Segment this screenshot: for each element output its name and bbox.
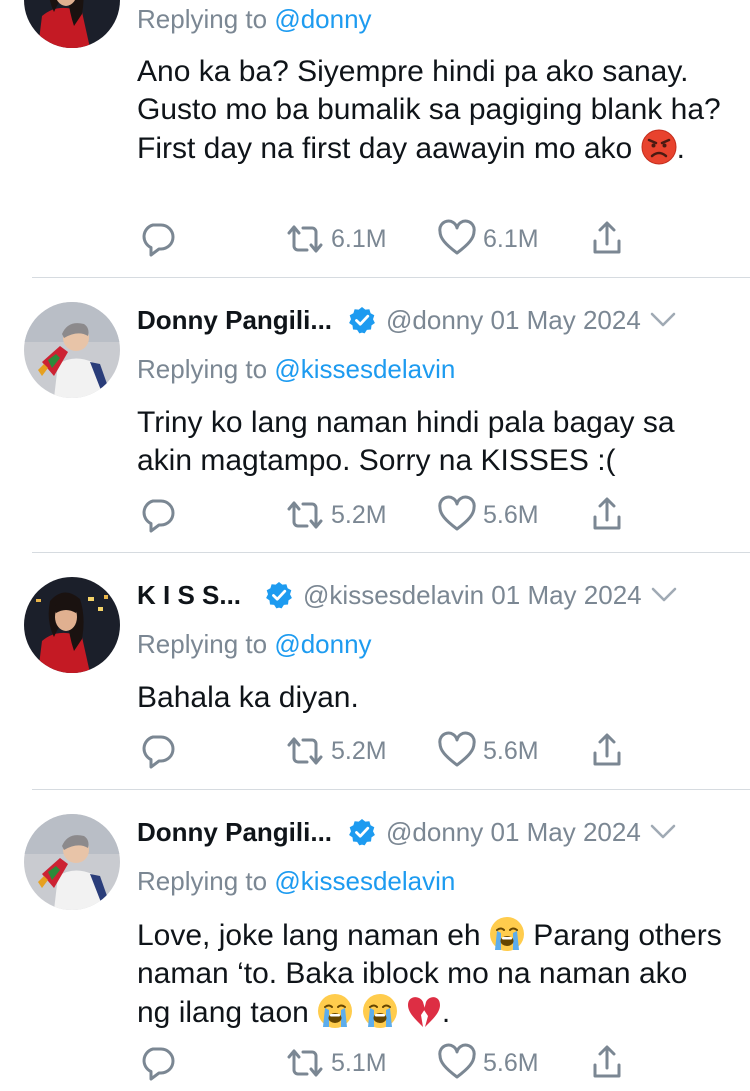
mention-link[interactable]: @kissesdelavin bbox=[274, 866, 455, 896]
tweet-header: Donny Pangili... @donny 01 May 2024 bbox=[137, 303, 677, 337]
reply-button[interactable] bbox=[137, 495, 177, 535]
replying-prefix: Replying to bbox=[137, 866, 268, 896]
chevron-down-icon[interactable] bbox=[649, 311, 677, 329]
tweet[interactable]: K I S S... @kissesdelavin 01 May 2024 Re… bbox=[0, 553, 750, 790]
date: 01 May 2024 bbox=[490, 304, 641, 335]
like-button[interactable]: 5.6M bbox=[437, 731, 539, 771]
date: 01 May 2024 bbox=[491, 579, 642, 610]
retweet-count: 6.1M bbox=[331, 224, 387, 253]
retweet-count: 5.2M bbox=[331, 500, 387, 529]
like-button[interactable]: 5.6M bbox=[437, 1043, 539, 1083]
tweet[interactable]: Donny Pangili... @donny 01 May 2024 Repl… bbox=[0, 790, 750, 1091]
like-icon bbox=[437, 731, 477, 771]
tweet-text-part: Love, joke lang naman eh bbox=[137, 919, 481, 952]
retweet-button[interactable]: 5.1M bbox=[285, 1043, 387, 1083]
replying-prefix: Replying to bbox=[137, 4, 268, 34]
loudly-crying-face-emoji bbox=[362, 993, 398, 1029]
chevron-down-icon[interactable] bbox=[650, 586, 678, 604]
display-name[interactable]: K I S S... bbox=[137, 580, 241, 611]
verified-icon bbox=[265, 581, 293, 609]
share-icon bbox=[587, 495, 627, 535]
date: 01 May 2024 bbox=[490, 816, 641, 847]
like-icon bbox=[437, 219, 477, 259]
loudly-crying-face-emoji bbox=[317, 993, 353, 1029]
share-button[interactable] bbox=[587, 219, 627, 259]
reply-icon bbox=[137, 1043, 177, 1083]
like-button[interactable]: 5.6M bbox=[437, 495, 539, 535]
tweet-header: Donny Pangili... @donny 01 May 2024 bbox=[137, 815, 677, 849]
handle[interactable]: @donny bbox=[386, 817, 483, 848]
mention-link[interactable]: @donny bbox=[274, 4, 371, 34]
tweet-text: Ano ka ba? Siyempre hindi pa ako sanay. … bbox=[137, 53, 727, 168]
share-button[interactable] bbox=[587, 731, 627, 771]
retweet-count: 5.1M bbox=[331, 1048, 387, 1077]
avatar[interactable] bbox=[24, 0, 120, 48]
replying-prefix: Replying to bbox=[137, 629, 268, 659]
retweet-icon bbox=[285, 219, 325, 259]
tweet-text: Bahala ka diyan. bbox=[137, 681, 359, 714]
like-icon bbox=[437, 1043, 477, 1083]
reply-icon bbox=[137, 731, 177, 771]
replying-prefix: Replying to bbox=[137, 354, 268, 384]
share-icon bbox=[587, 731, 627, 771]
replying-to: Replying to @donny bbox=[137, 629, 372, 660]
share-button[interactable] bbox=[587, 1043, 627, 1083]
tweet-actions: 5.1M 5.6M bbox=[137, 1043, 637, 1083]
tweet-text: Love, joke lang naman eh Parang others n… bbox=[137, 916, 727, 1032]
share-icon bbox=[587, 1043, 627, 1083]
like-button[interactable]: 6.1M bbox=[437, 219, 539, 259]
replying-to: Replying to @kissesdelavin bbox=[137, 866, 455, 897]
handle[interactable]: @donny bbox=[386, 305, 483, 336]
retweet-button[interactable]: 5.2M bbox=[285, 495, 387, 535]
tweet-actions: 6.1M 6.1M bbox=[137, 219, 637, 259]
broken-heart-emoji bbox=[406, 993, 442, 1029]
verified-icon bbox=[348, 306, 376, 334]
like-count: 5.6M bbox=[483, 500, 539, 529]
handle[interactable]: @kissesdelavin bbox=[303, 580, 484, 611]
reply-icon bbox=[137, 495, 177, 535]
tweet[interactable]: Donny Pangili... @donny 01 May 2024 Repl… bbox=[0, 278, 750, 553]
retweet-button[interactable]: 5.2M bbox=[285, 731, 387, 771]
like-count: 5.6M bbox=[483, 1048, 539, 1077]
reply-button[interactable] bbox=[137, 731, 177, 771]
share-icon bbox=[587, 219, 627, 259]
tweet-header: K I S S... @kissesdelavin 01 May 2024 bbox=[137, 578, 678, 612]
retweet-button[interactable]: 6.1M bbox=[285, 219, 387, 259]
replying-to: Replying to @donny bbox=[137, 4, 372, 35]
tweet-text: Triny ko lang naman hindi pala bagay sa … bbox=[137, 406, 675, 477]
chevron-down-icon[interactable] bbox=[649, 823, 677, 841]
tweet-actions: 5.2M 5.6M bbox=[137, 495, 637, 535]
mention-link[interactable]: @donny bbox=[274, 629, 371, 659]
verified-icon bbox=[348, 818, 376, 846]
mention-link[interactable]: @kissesdelavin bbox=[274, 354, 455, 384]
like-count: 6.1M bbox=[483, 224, 539, 253]
retweet-count: 5.2M bbox=[331, 736, 387, 765]
tweet-text-end: . bbox=[676, 132, 685, 165]
replying-to: Replying to @kissesdelavin bbox=[137, 354, 455, 385]
like-count: 5.6M bbox=[483, 736, 539, 765]
retweet-icon bbox=[285, 495, 325, 535]
reply-icon bbox=[137, 219, 177, 259]
tweet-actions: 5.2M 5.6M bbox=[137, 731, 637, 771]
display-name[interactable]: Donny Pangili... bbox=[137, 817, 332, 848]
tweet-text-body: Ano ka ba? Siyempre hindi pa ako sanay. … bbox=[137, 55, 721, 165]
avatar[interactable] bbox=[24, 814, 120, 910]
tweet-text-end: . bbox=[441, 996, 451, 1029]
loudly-crying-face-emoji bbox=[489, 916, 525, 952]
angry-face-emoji bbox=[641, 129, 677, 165]
avatar[interactable] bbox=[24, 302, 120, 398]
retweet-icon bbox=[285, 731, 325, 771]
share-button[interactable] bbox=[587, 495, 627, 535]
avatar[interactable] bbox=[24, 577, 120, 673]
reply-button[interactable] bbox=[137, 1043, 177, 1083]
like-icon bbox=[437, 495, 477, 535]
reply-button[interactable] bbox=[137, 219, 177, 259]
display-name[interactable]: Donny Pangili... bbox=[137, 305, 332, 336]
retweet-icon bbox=[285, 1043, 325, 1083]
tweet[interactable]: Replying to @donny Ano ka ba? Siyempre h… bbox=[0, 0, 750, 278]
